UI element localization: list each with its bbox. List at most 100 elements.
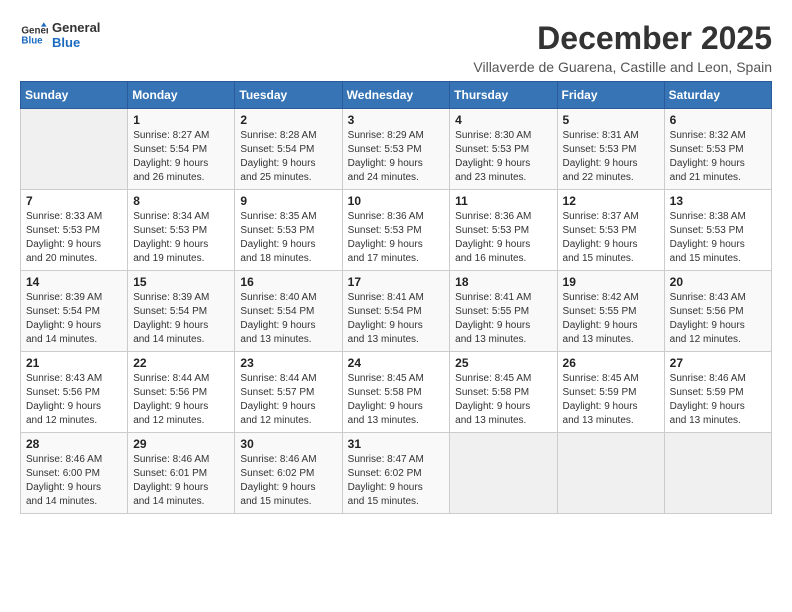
day-number: 15 [133,275,229,289]
calendar-week-row: 14 Sunrise: 8:39 AM Sunset: 5:54 PM Dayli… [21,271,772,352]
day-info: Sunrise: 8:44 AM Sunset: 5:56 PM Dayligh… [133,372,229,428]
day-number: 4 [455,113,551,127]
calendar-cell: 1Sunrise: 8:27 AM Sunset: 5:54 PM Daylig… [128,109,235,190]
month-title: December 2025 [473,20,772,57]
calendar-cell [450,433,557,514]
calendar-cell: 22Sunrise: 8:44 AM Sunset: 5:56 PM Dayli… [128,352,235,433]
calendar-cell: 13 Sunrise: 8:38 AM Sunset: 5:53 PM Dayli… [664,190,771,271]
day-number: 18 [455,275,551,289]
day-number: 2 [240,113,336,127]
calendar-cell: 20Sunrise: 8:43 AM Sunset: 5:56 PM Dayli… [664,271,771,352]
calendar-cell: 30 Sunrise: 8:46 AM Sunset: 6:02 PM Dayli… [235,433,342,514]
weekday-header: Saturday [664,82,771,109]
calendar-cell: 19 Sunrise: 8:42 AM Sunset: 5:55 PM Dayli… [557,271,664,352]
day-info: Sunrise: 8:29 AM Sunset: 5:53 PM Dayligh… [348,129,445,185]
calendar-cell: 8 Sunrise: 8:34 AM Sunset: 5:53 PM Daylig… [128,190,235,271]
day-number: 24 [348,356,445,370]
calendar-week-row: 21Sunrise: 8:43 AM Sunset: 5:56 PM Dayli… [21,352,772,433]
calendar-cell: 18 Sunrise: 8:41 AM Sunset: 5:55 PM Dayli… [450,271,557,352]
day-info: Sunrise: 8:43 AM Sunset: 5:56 PM Dayligh… [670,291,766,347]
day-info: Sunrise: 8:41 AM Sunset: 5:54 PM Dayligh… [348,291,445,347]
day-info: Sunrise: 8:46 AM Sunset: 6:02 PM Dayligh… [240,453,336,509]
day-number: 23 [240,356,336,370]
calendar-cell: 26 Sunrise: 8:45 AM Sunset: 5:59 PM Dayli… [557,352,664,433]
calendar-cell: 7 Sunrise: 8:33 AM Sunset: 5:53 PM Daylig… [21,190,128,271]
day-info: Sunrise: 8:31 AM Sunset: 5:53 PM Dayligh… [563,129,659,185]
calendar-cell: 9Sunrise: 8:35 AM Sunset: 5:53 PM Daylig… [235,190,342,271]
day-info: Sunrise: 8:30 AM Sunset: 5:53 PM Dayligh… [455,129,551,185]
calendar-table: SundayMondayTuesdayWednesdayThursdayFrid… [20,81,772,514]
day-number: 17 [348,275,445,289]
day-number: 8 [133,194,229,208]
day-number: 28 [26,437,122,451]
calendar-cell: 23 Sunrise: 8:44 AM Sunset: 5:57 PM Dayli… [235,352,342,433]
calendar-cell: 24Sunrise: 8:45 AM Sunset: 5:58 PM Dayli… [342,352,450,433]
calendar-cell: 4 Sunrise: 8:30 AM Sunset: 5:53 PM Daylig… [450,109,557,190]
calendar-cell: 21Sunrise: 8:43 AM Sunset: 5:56 PM Dayli… [21,352,128,433]
weekday-header: Thursday [450,82,557,109]
day-info: Sunrise: 8:47 AM Sunset: 6:02 PM Dayligh… [348,453,445,509]
calendar-week-row: 7 Sunrise: 8:33 AM Sunset: 5:53 PM Daylig… [21,190,772,271]
calendar-cell: 3 Sunrise: 8:29 AM Sunset: 5:53 PM Daylig… [342,109,450,190]
title-section: December 2025 Villaverde de Guarena, Cas… [473,20,772,75]
calendar-cell [664,433,771,514]
calendar-cell: 12Sunrise: 8:37 AM Sunset: 5:53 PM Dayli… [557,190,664,271]
day-number: 6 [670,113,766,127]
day-number: 25 [455,356,551,370]
day-info: Sunrise: 8:46 AM Sunset: 6:00 PM Dayligh… [26,453,122,509]
day-number: 14 [26,275,122,289]
day-info: Sunrise: 8:46 AM Sunset: 5:59 PM Dayligh… [670,372,766,428]
day-info: Sunrise: 8:32 AM Sunset: 5:53 PM Dayligh… [670,129,766,185]
day-info: Sunrise: 8:33 AM Sunset: 5:53 PM Dayligh… [26,210,122,266]
day-info: Sunrise: 8:41 AM Sunset: 5:55 PM Dayligh… [455,291,551,347]
calendar-cell: 25Sunrise: 8:45 AM Sunset: 5:58 PM Dayli… [450,352,557,433]
day-number: 26 [563,356,659,370]
day-number: 21 [26,356,122,370]
day-info: Sunrise: 8:46 AM Sunset: 6:01 PM Dayligh… [133,453,229,509]
day-info: Sunrise: 8:45 AM Sunset: 5:59 PM Dayligh… [563,372,659,428]
calendar-cell: 17 Sunrise: 8:41 AM Sunset: 5:54 PM Dayli… [342,271,450,352]
day-number: 27 [670,356,766,370]
calendar-cell: 14 Sunrise: 8:39 AM Sunset: 5:54 PM Dayli… [21,271,128,352]
day-number: 1 [133,113,229,127]
day-info: Sunrise: 8:36 AM Sunset: 5:53 PM Dayligh… [348,210,445,266]
day-number: 30 [240,437,336,451]
calendar-cell: 2 Sunrise: 8:28 AM Sunset: 5:54 PM Daylig… [235,109,342,190]
day-number: 19 [563,275,659,289]
day-info: Sunrise: 8:42 AM Sunset: 5:55 PM Dayligh… [563,291,659,347]
day-info: Sunrise: 8:28 AM Sunset: 5:54 PM Dayligh… [240,129,336,185]
calendar-cell: 15 Sunrise: 8:39 AM Sunset: 5:54 PM Dayli… [128,271,235,352]
calendar-cell: 10 Sunrise: 8:36 AM Sunset: 5:53 PM Dayli… [342,190,450,271]
weekday-header: Sunday [21,82,128,109]
logo-line1: General [52,20,100,35]
calendar-week-row: 28 Sunrise: 8:46 AM Sunset: 6:00 PM Dayli… [21,433,772,514]
calendar-cell: 31Sunrise: 8:47 AM Sunset: 6:02 PM Dayli… [342,433,450,514]
day-info: Sunrise: 8:44 AM Sunset: 5:57 PM Dayligh… [240,372,336,428]
day-number: 10 [348,194,445,208]
day-number: 3 [348,113,445,127]
day-number: 16 [240,275,336,289]
calendar-cell: 6 Sunrise: 8:32 AM Sunset: 5:53 PM Daylig… [664,109,771,190]
svg-text:Blue: Blue [21,35,43,46]
calendar-cell: 11Sunrise: 8:36 AM Sunset: 5:53 PM Dayli… [450,190,557,271]
day-number: 13 [670,194,766,208]
day-number: 5 [563,113,659,127]
calendar-week-row: 1Sunrise: 8:27 AM Sunset: 5:54 PM Daylig… [21,109,772,190]
day-number: 12 [563,194,659,208]
calendar-cell: 29 Sunrise: 8:46 AM Sunset: 6:01 PM Dayli… [128,433,235,514]
day-number: 29 [133,437,229,451]
day-info: Sunrise: 8:40 AM Sunset: 5:54 PM Dayligh… [240,291,336,347]
day-info: Sunrise: 8:34 AM Sunset: 5:53 PM Dayligh… [133,210,229,266]
day-info: Sunrise: 8:39 AM Sunset: 5:54 PM Dayligh… [26,291,122,347]
calendar-cell [557,433,664,514]
calendar-cell: 28 Sunrise: 8:46 AM Sunset: 6:00 PM Dayli… [21,433,128,514]
logo: General Blue General Blue [20,20,100,50]
weekday-header: Wednesday [342,82,450,109]
day-info: Sunrise: 8:39 AM Sunset: 5:54 PM Dayligh… [133,291,229,347]
logo-line2: Blue [52,35,100,50]
day-info: Sunrise: 8:38 AM Sunset: 5:53 PM Dayligh… [670,210,766,266]
weekday-header: Tuesday [235,82,342,109]
day-number: 7 [26,194,122,208]
day-number: 11 [455,194,551,208]
logo-icon: General Blue [20,21,48,49]
